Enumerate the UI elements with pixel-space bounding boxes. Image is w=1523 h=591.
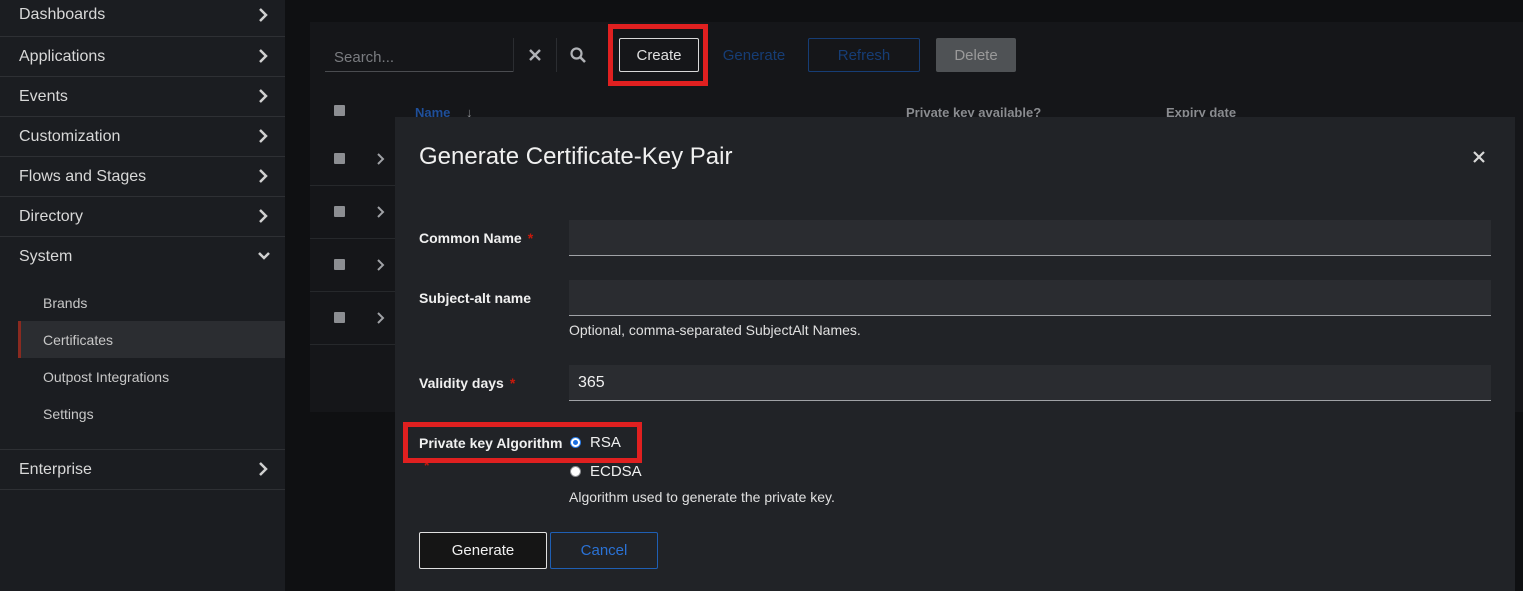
required-marker: * (424, 457, 430, 473)
radio-rsa[interactable]: RSA (570, 434, 621, 451)
nav-label: Enterprise (19, 460, 92, 478)
generate-button[interactable]: Generate (706, 38, 802, 72)
modal-cancel-button[interactable]: Cancel (550, 532, 658, 569)
modal-title: Generate Certificate-Key Pair (419, 143, 733, 170)
chevron-right-icon (259, 169, 268, 183)
nav-label: Applications (19, 47, 106, 65)
subject-alt-name-label: Subject-alt name (419, 290, 532, 306)
validity-days-input[interactable] (569, 365, 1491, 401)
chevron-right-icon (259, 89, 268, 103)
nav-label: Dashboards (19, 6, 106, 23)
radio-label: RSA (590, 434, 621, 451)
chevron-right-icon (259, 209, 268, 223)
close-icon (529, 49, 541, 61)
label-text: Validity days (419, 375, 504, 391)
radio-selected-icon (570, 437, 581, 448)
nav-sub-brands[interactable]: Brands (0, 284, 285, 321)
nav-sub-certificates[interactable]: Certificates (18, 321, 285, 358)
search-input[interactable]: Search... (325, 38, 513, 72)
radio-label: ECDSA (590, 463, 642, 480)
nav-system[interactable]: System (0, 237, 285, 277)
nav-label: Customization (19, 127, 121, 145)
nav-enterprise[interactable]: Enterprise (0, 450, 285, 490)
row-checkbox[interactable] (334, 312, 345, 323)
radio-ecdsa[interactable]: ECDSA (570, 463, 642, 480)
nav-events[interactable]: Events (0, 77, 285, 117)
common-name-input[interactable] (569, 220, 1491, 256)
nav-label: Events (19, 87, 68, 105)
create-button[interactable]: Create (619, 38, 699, 72)
search-button[interactable] (556, 38, 599, 72)
subject-alt-helper-text: Optional, comma-separated SubjectAlt Nam… (569, 322, 861, 338)
required-marker: * (527, 230, 534, 246)
row-divider (310, 185, 395, 186)
chevron-right-icon[interactable] (376, 258, 386, 272)
row-divider (310, 238, 395, 239)
refresh-button[interactable]: Refresh (808, 38, 920, 72)
chevron-down-icon (258, 252, 270, 260)
row-checkbox[interactable] (334, 259, 345, 270)
nav-label: Flows and Stages (19, 167, 147, 185)
modal-generate-button[interactable]: Generate (419, 532, 547, 569)
delete-button[interactable]: Delete (936, 38, 1016, 72)
nav-sub-settings[interactable]: Settings (0, 395, 285, 432)
system-submenu: Brands Certificates Outpost Integrations… (0, 277, 285, 450)
search-icon (570, 47, 586, 63)
subject-alt-name-input[interactable] (569, 280, 1491, 316)
row-divider (310, 344, 395, 345)
chevron-right-icon[interactable] (376, 205, 386, 219)
nav-label: Directory (19, 207, 84, 225)
chevron-right-icon[interactable] (376, 152, 386, 166)
sidebar: Dashboards Applications Events Customiza… (0, 0, 286, 591)
radio-unselected-icon (570, 466, 581, 477)
chevron-right-icon (259, 129, 268, 143)
private-key-algorithm-label: Private key Algorithm (419, 435, 563, 451)
chevron-right-icon (259, 49, 268, 63)
nav-dashboards[interactable]: Dashboards (0, 0, 285, 37)
select-all-checkbox[interactable] (334, 105, 345, 116)
common-name-label: Common Name * (419, 230, 533, 246)
nav-customization[interactable]: Customization (0, 117, 285, 157)
algorithm-helper-text: Algorithm used to generate the private k… (569, 489, 835, 505)
required-marker: * (509, 375, 516, 391)
chevron-right-icon (259, 8, 268, 22)
row-checkbox[interactable] (334, 153, 345, 164)
nav-label: System (19, 248, 73, 265)
label-text: Common Name (419, 230, 522, 246)
nav-flows-and-stages[interactable]: Flows and Stages (0, 157, 285, 197)
clear-search-button[interactable] (513, 38, 556, 72)
chevron-right-icon[interactable] (376, 311, 386, 325)
nav-directory[interactable]: Directory (0, 197, 285, 237)
close-icon[interactable] (1473, 151, 1485, 163)
row-checkbox[interactable] (334, 206, 345, 217)
generate-certificate-modal: Generate Certificate-Key Pair Common Nam… (395, 117, 1515, 591)
row-divider (310, 291, 395, 292)
nav-applications[interactable]: Applications (0, 37, 285, 77)
nav-sub-outpost-integrations[interactable]: Outpost Integrations (0, 358, 285, 395)
validity-days-label: Validity days * (419, 375, 515, 391)
chevron-right-icon (259, 462, 268, 476)
